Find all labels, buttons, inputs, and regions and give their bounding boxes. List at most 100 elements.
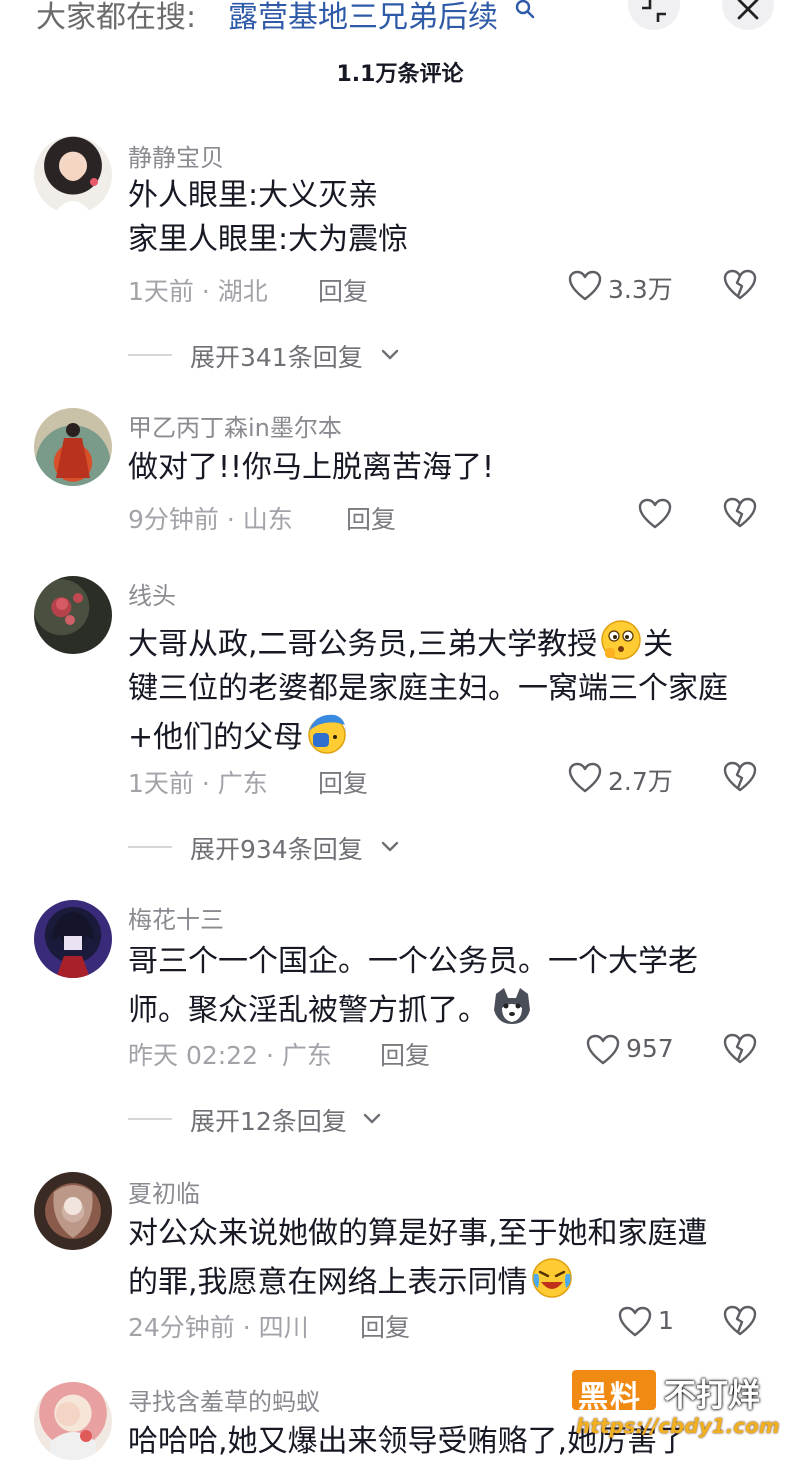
comment-text: 外人眼里:大义灭亲 家里人眼里:大为震惊 [128,174,768,262]
watermark-brand-box-text: 黑料 [578,1380,642,1415]
expand-replies-button[interactable]: 展开12条回复 [128,1102,398,1136]
heart-icon [618,1306,652,1337]
comment-meta: 1天前 · 湖北 [128,277,268,306]
search-suggestion-link[interactable]: 露营基地三兄弟后续 [228,0,498,36]
search-icon[interactable] [514,0,536,20]
comment-time: 1天前 [128,769,194,798]
comment-meta: 昨天 02:22 · 广东 [128,1041,332,1070]
avatar[interactable] [34,900,112,978]
avatar[interactable] [34,408,112,486]
chevron-down-icon [363,1113,381,1124]
close-icon [737,0,759,20]
broken-heart-icon [723,1033,757,1064]
divider [128,846,172,848]
comment-location: 山东 [242,505,293,534]
comment-username[interactable]: 甲乙丙丁森in墨尔本 [128,408,342,443]
expand-replies-button[interactable]: 展开934条回复 [128,830,408,864]
comment-username[interactable]: 寻找含羞草的蚂蚁 [128,1382,320,1417]
comment-meta: 24分钟前 · 四川 [128,1313,309,1342]
comment-text-segment: 大哥从政,二哥公务员,三弟大学教授 [128,627,598,662]
dislike-button[interactable] [722,1304,762,1344]
comment-time: 24分钟前 [128,1313,235,1342]
avatar[interactable] [34,1382,112,1460]
like-count: 2.7万 [608,767,673,796]
dislike-button[interactable] [722,760,762,800]
comment-text-line: +他们的父母 [128,711,768,760]
like-button[interactable] [638,496,678,536]
comment-username[interactable]: 静静宝贝 [128,138,224,173]
close-button[interactable] [722,0,774,30]
reply-button[interactable]: 回复 [318,272,368,308]
comment-username[interactable]: 线头 [128,576,176,611]
expand-replies-button[interactable]: 展开341条回复 [128,338,408,372]
comment-text-segment: 的罪,我愿意在网络上表示同情 [128,1265,528,1300]
heart-icon [568,270,602,301]
comment-text-line: 家里人眼里:大为震惊 [128,222,409,257]
divider [128,354,172,356]
comment-meta: 1天前 · 广东 [128,769,268,798]
thinking-emoji-icon [599,618,643,662]
watermark-url: https://cbdy1.com [576,1414,780,1438]
broken-heart-icon [723,1305,757,1336]
comment-time: 9分钟前 [128,505,219,534]
comment-time: 昨天 02:22 [128,1041,258,1070]
comment-username[interactable]: 梅花十三 [128,900,224,935]
reply-button[interactable]: 回复 [360,1308,410,1344]
expand-replies-label: 展开934条回复 [190,835,363,864]
chevron-down-icon [381,349,399,360]
comment-text: 做对了!!你马上脱离苦海了! [128,446,768,490]
reply-button[interactable]: 回复 [318,764,368,800]
like-button[interactable]: 3.3万 [568,268,688,308]
reply-button[interactable]: 回复 [346,500,396,536]
dislike-button[interactable] [722,268,762,308]
husky-emoji-icon [490,984,534,1028]
facepalm-emoji-icon [305,711,349,755]
comment-location: 广东 [281,1041,332,1070]
reply-button[interactable]: 回复 [380,1036,430,1072]
like-count: 3.3万 [608,275,673,304]
expand-replies-label: 展开341条回复 [190,343,363,372]
comment-text-line: 的罪,我愿意在网络上表示同情 [128,1256,768,1305]
comment-text-line: 大哥从政,二哥公务员,三弟大学教授 关 [128,618,768,667]
broken-heart-icon [723,761,757,792]
broken-heart-icon [723,497,757,528]
comment-text-line: 外人眼里:大义灭亲 [128,178,379,213]
comment-text-line: 键三位的老婆都是家庭主妇。一窝端三个家庭 [128,671,728,706]
top-bar: 大家都在搜: 露营基地三兄弟后续 [0,0,800,50]
heart-icon [638,498,672,529]
expand-replies-label: 展开12条回复 [190,1107,347,1136]
crying-laughing-emoji-icon [530,1256,574,1300]
comment-username[interactable]: 夏初临 [128,1174,200,1209]
comment-text-segment: +他们的父母 [128,720,304,755]
heart-icon [586,1034,620,1065]
avatar[interactable] [34,136,112,214]
like-button[interactable]: 1 [618,1304,688,1344]
avatar[interactable] [34,576,112,654]
like-count: 1 [658,1306,674,1335]
comment-count-title: 1.1万条评论 [336,62,464,87]
avatar[interactable] [34,1172,112,1250]
comment-location: 湖北 [217,277,268,306]
like-button[interactable]: 2.7万 [568,760,688,800]
comment-location: 广东 [217,769,268,798]
dislike-button[interactable] [722,1032,762,1072]
comment-text-segment: 师。聚众淫乱被警方抓了。 [128,993,488,1028]
comment-meta: 9分钟前 · 山东 [128,505,293,534]
dislike-button[interactable] [722,496,762,536]
search-prefix-label: 大家都在搜: [36,0,197,35]
watermark-brand-box: 黑料 [572,1370,656,1415]
like-button[interactable]: 957 [586,1032,686,1072]
comment-text-line: 师。聚众淫乱被警方抓了。 [128,984,768,1033]
divider [128,1118,172,1120]
watermark-brand-text: 不打烊 [664,1376,761,1414]
comment-text-line: 对公众来说她做的算是好事,至于她和家庭遭 [128,1216,708,1251]
comment-text-segment: 关 [643,627,674,662]
comment-location: 四川 [258,1313,309,1342]
chevron-down-icon [381,841,399,852]
comment-text-line: 哥三个一个国企。一个公务员。一个大学老 [128,944,698,979]
comment-time: 1天前 [128,277,194,306]
shrink-button[interactable] [628,0,680,30]
comment-text: 大哥从政,二哥公务员,三弟大学教授关 键三位的老婆都是家庭主妇。一窝端三个家庭 … [128,618,768,760]
comment-text: 哥三个一个国企。一个公务员。一个大学老 师。聚众淫乱被警方抓了。 [128,940,768,1033]
broken-heart-icon [723,269,757,300]
